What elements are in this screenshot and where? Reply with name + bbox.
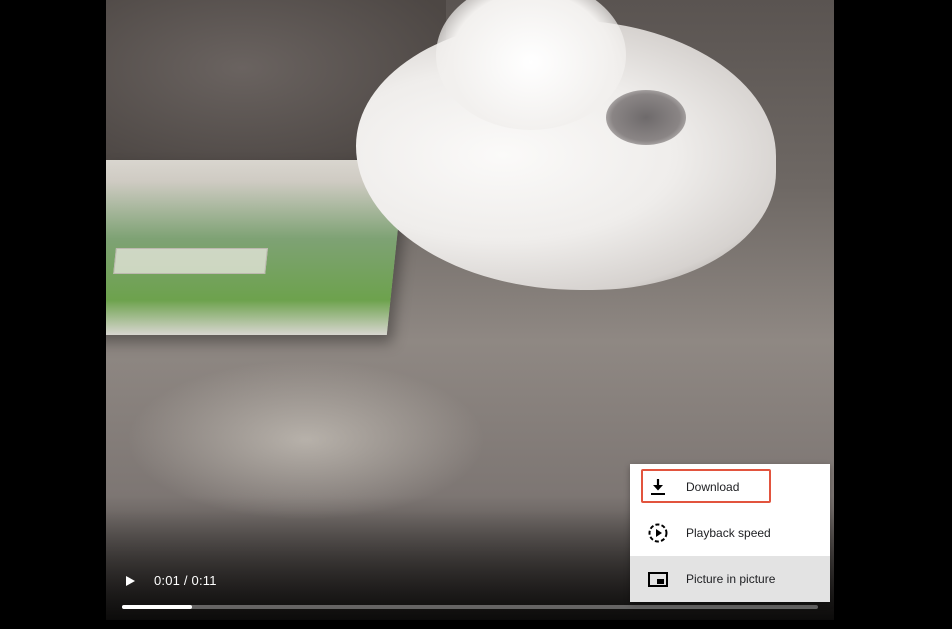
progress-bar[interactable] xyxy=(122,605,818,609)
video-content-book-label xyxy=(113,248,268,274)
menu-item-playback-speed-label: Playback speed xyxy=(686,526,771,540)
play-button[interactable] xyxy=(119,570,141,592)
overflow-menu: Download Playback speed Picture in pictu… xyxy=(630,464,830,602)
video-content-cat-patch xyxy=(606,90,686,145)
menu-item-picture-in-picture-label: Picture in picture xyxy=(686,572,776,586)
video-content-light xyxy=(126,360,486,520)
menu-item-playback-speed[interactable]: Playback speed xyxy=(630,510,830,556)
playback-speed-icon xyxy=(647,522,669,544)
download-icon xyxy=(647,476,669,498)
video-player: 0:01 / 0:11 Download Playback speed Pict… xyxy=(0,0,952,629)
menu-item-download-label: Download xyxy=(686,480,740,494)
menu-item-picture-in-picture[interactable]: Picture in picture xyxy=(630,556,830,602)
time-display: 0:01 / 0:11 xyxy=(154,573,217,588)
picture-in-picture-icon xyxy=(647,568,669,590)
play-icon xyxy=(126,576,135,586)
video-content-book xyxy=(106,160,406,335)
progress-bar-fill xyxy=(122,605,192,609)
menu-item-download[interactable]: Download xyxy=(630,464,830,510)
